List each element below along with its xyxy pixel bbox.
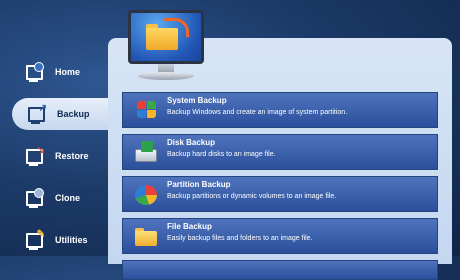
windows-flag-icon (133, 99, 159, 123)
disk-icon (133, 141, 159, 165)
sidebar-item-label: Home (55, 67, 81, 77)
disk-backup-option[interactable]: Disk Backup Backup hard disks to an imag… (122, 134, 438, 170)
sidebar-item-restore[interactable]: ↘ Restore (10, 141, 108, 171)
option-title: Disk Backup (167, 138, 216, 147)
sidebar-item-label: Restore (55, 151, 89, 161)
sidebar-item-label: Backup (57, 109, 90, 119)
home-icon (24, 62, 44, 82)
sidebar-item-utilities[interactable]: ✎ Utilities (10, 225, 108, 255)
option-description: Backup partitions or dynamic volumes to … (167, 193, 337, 200)
sidebar: Home ↗ Backup ↘ Restore Clone ✎ Utilitie… (0, 0, 112, 256)
option-title: System Backup (167, 96, 227, 105)
sidebar-item-home[interactable]: Home (10, 57, 108, 87)
option-title: File Backup (167, 222, 212, 231)
folder-icon (133, 225, 159, 249)
sidebar-item-backup[interactable]: ↗ Backup (12, 98, 112, 130)
restore-icon: ↘ (24, 146, 45, 166)
clone-icon (24, 188, 44, 208)
sidebar-item-clone[interactable]: Clone (10, 183, 108, 213)
monitor-folder-icon (124, 10, 208, 84)
option-description: Backup Windows and create an image of sy… (167, 109, 348, 116)
partition-backup-option[interactable]: Partition Backup Backup partitions or dy… (122, 176, 438, 212)
backup-icon: ↗ (26, 104, 47, 124)
option-description: Easily backup files and folders to an im… (167, 235, 313, 242)
partition-pie-icon (133, 183, 159, 207)
sidebar-item-label: Utilities (55, 235, 88, 245)
system-backup-option[interactable]: System Backup Backup Windows and create … (122, 92, 438, 128)
sidebar-item-label: Clone (55, 193, 81, 203)
utilities-icon: ✎ (24, 230, 45, 250)
option-description: Backup hard disks to an image file. (167, 151, 276, 158)
option-title: Partition Backup (167, 180, 231, 189)
option-partial (122, 260, 438, 280)
file-backup-option[interactable]: File Backup Easily backup files and fold… (122, 218, 438, 254)
